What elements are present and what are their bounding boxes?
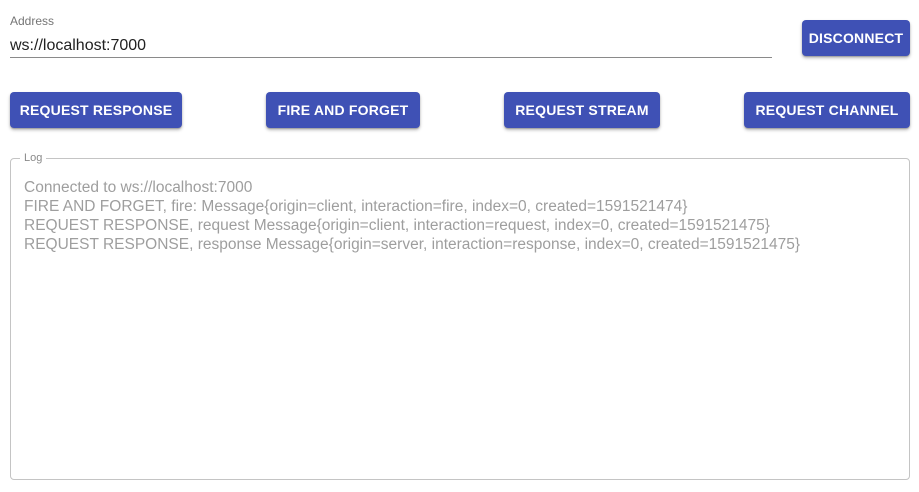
log-line: Connected to ws://localhost:7000 bbox=[24, 179, 253, 196]
log-lines: Connected to ws://localhost:7000 FIRE AN… bbox=[24, 178, 899, 254]
request-response-button[interactable]: REQUEST RESPONSE bbox=[10, 92, 182, 128]
address-label: Address bbox=[10, 14, 55, 28]
address-field: Address bbox=[10, 12, 772, 62]
log-label: Log bbox=[20, 152, 47, 164]
disconnect-button[interactable]: DISCONNECT bbox=[802, 20, 910, 56]
app-page: Address DISCONNECT REQUEST RESPONSE FIRE… bbox=[0, 0, 919, 492]
log-line: FIRE AND FORGET, fire: Message{origin=cl… bbox=[24, 198, 688, 215]
request-channel-button[interactable]: REQUEST CHANNEL bbox=[744, 92, 910, 128]
log-textarea[interactable]: Log Connected to ws://localhost:7000 FIR… bbox=[10, 152, 910, 480]
fire-and-forget-button[interactable]: FIRE AND FORGET bbox=[266, 92, 420, 128]
log-line: REQUEST RESPONSE, request Message{origin… bbox=[24, 217, 770, 234]
request-stream-button[interactable]: REQUEST STREAM bbox=[504, 92, 660, 128]
address-input[interactable] bbox=[10, 34, 772, 58]
log-line: REQUEST RESPONSE, response Message{origi… bbox=[24, 236, 801, 253]
